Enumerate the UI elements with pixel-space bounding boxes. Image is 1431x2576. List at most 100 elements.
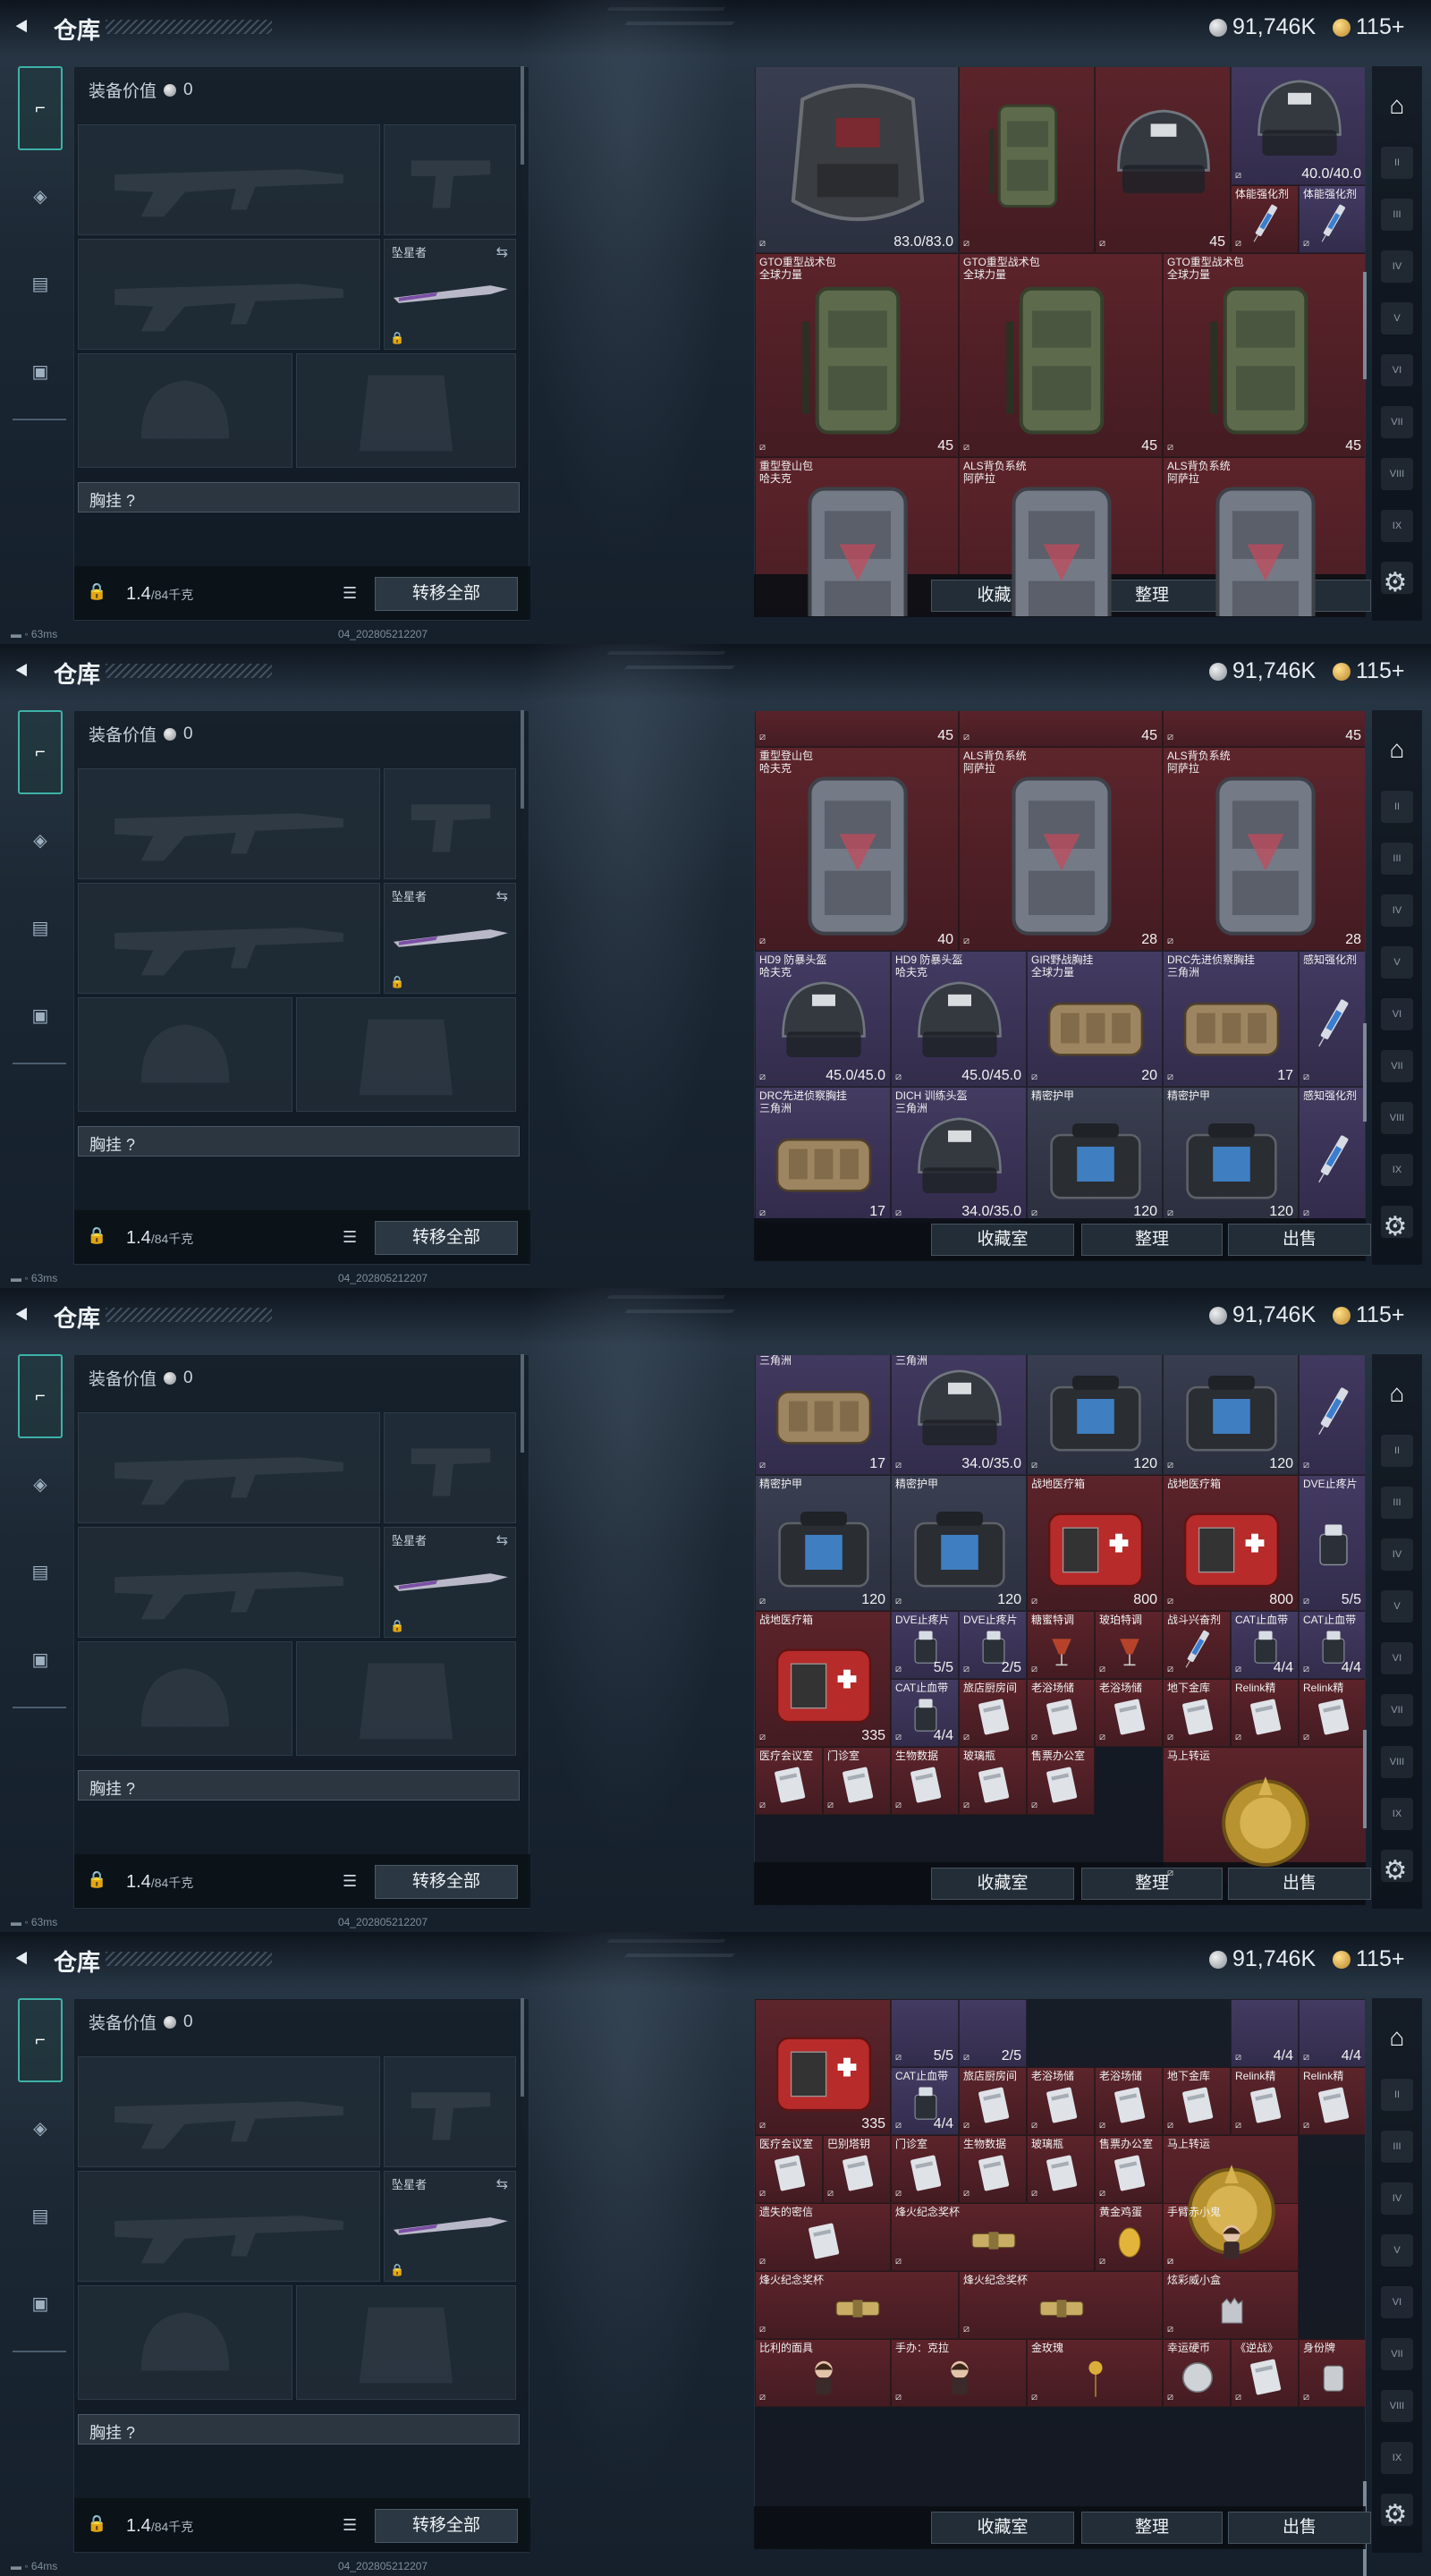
stash-item[interactable]: GTO重型战术包 全球力量 45 ⧄: [755, 253, 959, 457]
helmet-slot[interactable]: [78, 997, 292, 1112]
stash-item[interactable]: GIR野战胸挂 全球力量 20 ⧄: [1027, 951, 1163, 1087]
stash-item[interactable]: 烽火纪念奖杯 ⧄: [755, 2271, 959, 2339]
stash-item[interactable]: 45 ⧄: [755, 711, 959, 747]
tab-armor[interactable]: ◈: [18, 154, 63, 238]
tab-cases[interactable]: ▣: [18, 329, 63, 413]
list-icon[interactable]: ☰: [343, 2516, 357, 2535]
stash-page-6[interactable]: VI: [1381, 1642, 1413, 1674]
stash-item[interactable]: 战地医疗箱 335 ⧄: [755, 1611, 891, 1747]
stash-page-2[interactable]: II: [1381, 2079, 1413, 2111]
stash-page-6[interactable]: VI: [1381, 354, 1413, 386]
stash-item[interactable]: 老浴场储 ⧄: [1027, 1679, 1095, 1747]
stash-item[interactable]: 体能强化剂 ⧄: [1231, 185, 1299, 253]
stash-item[interactable]: 4/4 ⧄: [1231, 1999, 1299, 2067]
stash-item[interactable]: 地下金库 ⧄: [1163, 1679, 1231, 1747]
sort-button[interactable]: 整理: [1081, 2512, 1223, 2544]
stash-item[interactable]: 售票办公室 ⧄: [1027, 1747, 1095, 1815]
stash-item[interactable]: 重型登山包 哈夫克 40 ⧄: [755, 747, 959, 951]
gear-icon[interactable]: ⚙: [1377, 565, 1413, 601]
stash-item[interactable]: 门诊室 ⧄: [891, 2135, 959, 2203]
stash-item[interactable]: 精密护甲 120 ⧄: [1163, 1087, 1299, 1223]
armor-slot[interactable]: [296, 997, 516, 1112]
secondary-weapon-slot[interactable]: [78, 1527, 380, 1638]
stash-item[interactable]: GTO重型战术包 全球力量 45 ⧄: [1163, 253, 1365, 457]
stash-item[interactable]: ALS背负系统 阿萨拉⧄: [959, 457, 1163, 616]
stash-item[interactable]: 老浴场储 ⧄: [1095, 1679, 1163, 1747]
collection-room-button[interactable]: 收藏室: [931, 2512, 1074, 2544]
stash-item[interactable]: 40.0/40.0 ⧄: [1231, 67, 1365, 185]
stash-item[interactable]: 手办：克拉 ⧄: [891, 2339, 1027, 2407]
stash-page-7[interactable]: VII: [1381, 1050, 1413, 1082]
secondary-weapon-slot[interactable]: [78, 2171, 380, 2282]
stash-item[interactable]: 重型登山包 哈夫克⧄: [755, 457, 959, 616]
stash-item[interactable]: Relink精 ⧄: [1299, 1679, 1365, 1747]
stash-item[interactable]: 糖蜜特调 ⧄: [1027, 1611, 1095, 1679]
stash-item[interactable]: 精密护甲 120 ⧄: [755, 1475, 891, 1611]
stash-item[interactable]: 旅店厨房间 ⧄: [959, 1679, 1027, 1747]
pistol-slot[interactable]: [384, 1412, 516, 1523]
tab-armor[interactable]: ◈: [18, 1442, 63, 1526]
tab-weapons[interactable]: ⌐: [18, 1354, 63, 1438]
tab-armor[interactable]: ◈: [18, 2086, 63, 2170]
stash-page-3[interactable]: III: [1381, 843, 1413, 875]
gold-currency[interactable]: 115+: [1333, 658, 1404, 684]
stash-page-2[interactable]: II: [1381, 791, 1413, 823]
transfer-all-button[interactable]: 转移全部: [375, 1221, 518, 1255]
tab-cases[interactable]: ▣: [18, 973, 63, 1057]
list-icon[interactable]: ☰: [343, 1228, 357, 1247]
stash-item[interactable]: DVE止疼片 5/5 ⧄: [891, 1611, 959, 1679]
tab-items[interactable]: ▤: [18, 886, 63, 970]
stash-item[interactable]: HD9 防暴头盔 哈夫克 45.0/45.0 ⧄: [891, 951, 1027, 1087]
stash-item[interactable]: 生物数据 ⧄: [891, 1747, 959, 1815]
equipment-scrollbar[interactable]: [521, 710, 524, 809]
transfer-all-button[interactable]: 转移全部: [375, 577, 518, 611]
sort-button[interactable]: 整理: [1081, 1224, 1223, 1256]
stash-item[interactable]: 感知强化剂 ⧄: [1299, 1087, 1365, 1223]
stash-home-icon[interactable]: ⌂: [1379, 1376, 1415, 1411]
stash-page-8[interactable]: VIII: [1381, 1102, 1413, 1134]
stash-item[interactable]: DICH 训练头盔 三角洲 34.0/35.0 ⧄: [891, 1355, 1027, 1475]
melee-slot[interactable]: 坠星者 ⇆ 🔒: [384, 239, 516, 350]
stash-item[interactable]: Relink精 ⧄: [1299, 2067, 1365, 2135]
stash-item[interactable]: ALS背负系统 阿萨拉⧄: [1163, 457, 1365, 616]
armor-slot[interactable]: [296, 353, 516, 468]
stash-page-8[interactable]: VIII: [1381, 458, 1413, 490]
primary-weapon-slot[interactable]: [78, 2056, 380, 2167]
gold-currency[interactable]: 115+: [1333, 14, 1404, 40]
tab-weapons[interactable]: ⌐: [18, 1998, 63, 2082]
stash-item[interactable]: 精密护甲 120 ⧄: [891, 1475, 1027, 1611]
stash-home-icon[interactable]: ⌂: [1379, 2020, 1415, 2055]
list-icon[interactable]: ☰: [343, 584, 357, 603]
stash-item[interactable]: DICH 训练头盔 三角洲 34.0/35.0 ⧄: [891, 1087, 1027, 1223]
stash-item[interactable]: 体能强化剂 ⧄: [1299, 185, 1365, 253]
stash-item[interactable]: DRC先进侦察胸挂 三角洲 17 ⧄: [755, 1087, 891, 1223]
chest-rig-slot[interactable]: 胸挂 ?: [78, 482, 520, 513]
stash-item[interactable]: 地下金库 ⧄: [1163, 2067, 1231, 2135]
stash-page-4[interactable]: IV: [1381, 1538, 1413, 1571]
stash-page-4[interactable]: IV: [1381, 894, 1413, 927]
primary-weapon-slot[interactable]: [78, 1412, 380, 1523]
gold-currency[interactable]: 115+: [1333, 1946, 1404, 1972]
chest-rig-slot[interactable]: 胸挂 ?: [78, 1126, 520, 1157]
tab-weapons[interactable]: ⌐: [18, 710, 63, 794]
stash-home-icon[interactable]: ⌂: [1379, 88, 1415, 123]
stash-page-6[interactable]: VI: [1381, 2286, 1413, 2318]
pistol-slot[interactable]: [384, 2056, 516, 2167]
stash-page-7[interactable]: VII: [1381, 1694, 1413, 1726]
stash-page-5[interactable]: V: [1381, 946, 1413, 979]
stash-item[interactable]: 4/4 ⧄: [1299, 1999, 1365, 2067]
transfer-all-button[interactable]: 转移全部: [375, 1865, 518, 1899]
stash-item[interactable]: 45 ⧄: [1163, 711, 1365, 747]
tab-items[interactable]: ▤: [18, 242, 63, 326]
melee-slot[interactable]: 坠星者 ⇆ 🔒: [384, 2171, 516, 2282]
stash-item[interactable]: 巴别塔钥 ⧄: [823, 2135, 891, 2203]
melee-slot[interactable]: 坠星者 ⇆ 🔒: [384, 883, 516, 994]
back-arrow-icon[interactable]: ⯇: [13, 658, 38, 683]
stash-item[interactable]: 45 ⧄: [959, 711, 1163, 747]
back-arrow-icon[interactable]: ⯇: [13, 1302, 38, 1327]
stash-item[interactable]: Relink精 ⧄: [1231, 1679, 1299, 1747]
stash-page-4[interactable]: IV: [1381, 2182, 1413, 2215]
stash-item[interactable]: 身份牌 ⧄: [1299, 2339, 1365, 2407]
stash-item[interactable]: 2/5 ⧄: [959, 1999, 1027, 2067]
stash-page-9[interactable]: IX: [1381, 1154, 1413, 1186]
